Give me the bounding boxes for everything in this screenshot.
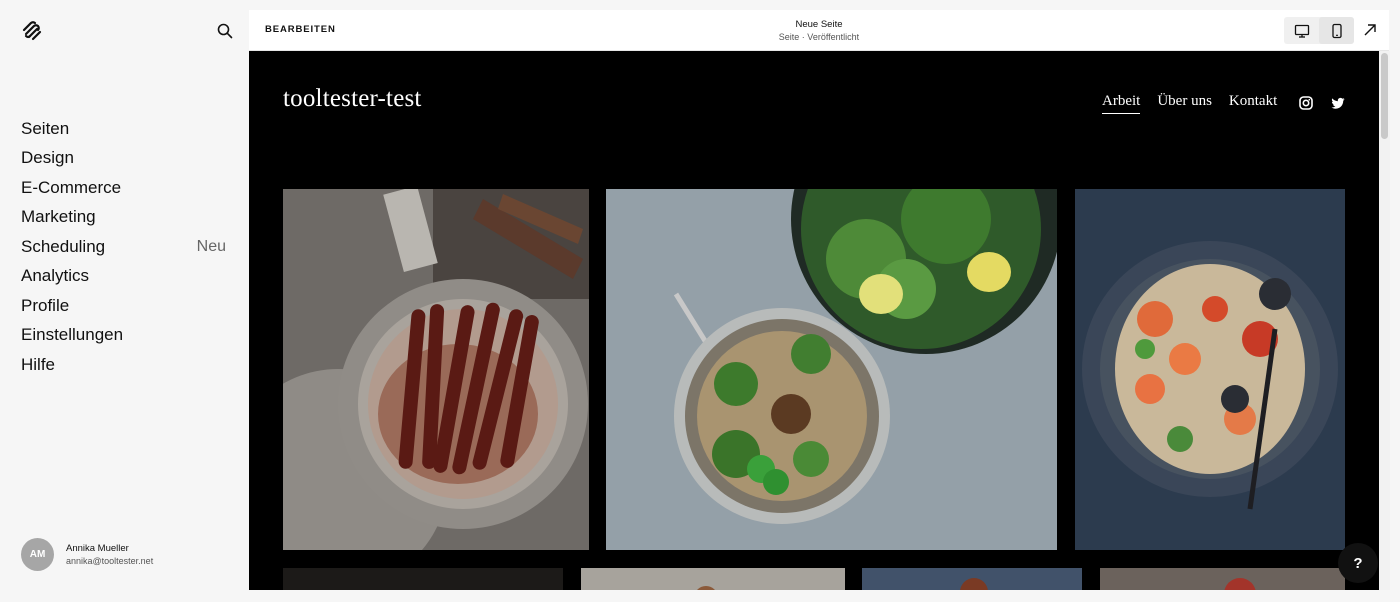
site-preview[interactable]: tooltester-test Arbeit Über uns Kontakt: [249, 51, 1379, 590]
site-title[interactable]: tooltester-test: [283, 85, 422, 113]
gallery-image-sausages-in-pan[interactable]: [283, 189, 589, 550]
sidebar: Seiten Design E-Commerce Marketing Sched…: [0, 0, 249, 602]
preview-scrollbar[interactable]: [1379, 51, 1390, 590]
sidebar-item-scheduling[interactable]: Scheduling Neu: [21, 232, 226, 262]
expand-icon[interactable]: [1362, 22, 1378, 38]
sidebar-item-label: Marketing: [21, 207, 96, 227]
sidebar-item-seiten[interactable]: Seiten: [21, 114, 226, 144]
sidebar-item-label: Scheduling: [21, 236, 106, 256]
page-title: Neue Seite: [795, 19, 843, 30]
sidebar-item-label: Profile: [21, 295, 70, 315]
instagram-icon[interactable]: [1298, 95, 1314, 111]
sidebar-item-label: Seiten: [21, 118, 70, 138]
user-email: annika@tooltester.net: [66, 555, 154, 566]
gallery-image-pho-soup-bowl[interactable]: [606, 189, 1057, 550]
gallery-image-row2-4[interactable]: [1100, 568, 1345, 590]
sidebar-nav: Seiten Design E-Commerce Marketing Sched…: [21, 114, 226, 380]
gallery-image-seafood-pasta-plate[interactable]: [1075, 189, 1345, 550]
sidebar-item-label: Hilfe: [21, 354, 56, 374]
site-nav-kontakt[interactable]: Kontakt: [1229, 93, 1277, 114]
user-name: Annika Mueller: [66, 542, 129, 554]
sidebar-item-analytics[interactable]: Analytics: [21, 262, 226, 292]
sidebar-item-marketing[interactable]: Marketing: [21, 203, 226, 233]
device-toggle: [1284, 17, 1354, 44]
help-button[interactable]: ?: [1338, 543, 1378, 583]
gallery-image-row2-2[interactable]: [581, 568, 845, 590]
search-icon[interactable]: [216, 22, 234, 40]
editor-topbar: BEARBEITEN Neue Seite Seite · Veröffentl…: [249, 10, 1389, 51]
sidebar-item-e-commerce[interactable]: E-Commerce: [21, 173, 226, 203]
new-badge: Neu: [196, 237, 226, 255]
sidebar-item-label: E-Commerce: [21, 177, 122, 197]
sidebar-item-label: Design: [21, 148, 74, 168]
mobile-icon[interactable]: [1319, 17, 1354, 44]
avatar: AM: [21, 538, 54, 571]
twitter-icon[interactable]: [1330, 95, 1346, 111]
squarespace-logo-icon[interactable]: [21, 20, 43, 42]
site-nav: Arbeit Über uns Kontakt: [1102, 93, 1277, 114]
sidebar-item-hilfe[interactable]: Hilfe: [21, 350, 226, 380]
sidebar-item-design[interactable]: Design: [21, 144, 226, 174]
edit-button[interactable]: BEARBEITEN: [265, 24, 336, 35]
site-nav-ueber-uns[interactable]: Über uns: [1157, 93, 1212, 114]
sidebar-item-label: Einstellungen: [21, 325, 124, 345]
desktop-icon[interactable]: [1284, 17, 1319, 44]
gallery-image-row2-1[interactable]: [283, 568, 563, 590]
page-status: Seite · Veröffentlicht: [778, 32, 860, 42]
gallery-image-row2-3[interactable]: [862, 568, 1082, 590]
page-title-block: Neue Seite Seite · Veröffentlicht: [719, 19, 919, 43]
sidebar-item-einstellungen[interactable]: Einstellungen: [21, 321, 226, 351]
user-info: Annika Mueller annika@tooltester.net: [66, 543, 153, 567]
user-account[interactable]: AM Annika Mueller annika@tooltester.net: [21, 538, 153, 571]
sidebar-item-profile[interactable]: Profile: [21, 291, 226, 321]
sidebar-item-label: Analytics: [21, 266, 90, 286]
scrollbar-thumb[interactable]: [1381, 53, 1388, 139]
site-nav-arbeit[interactable]: Arbeit: [1102, 93, 1141, 114]
